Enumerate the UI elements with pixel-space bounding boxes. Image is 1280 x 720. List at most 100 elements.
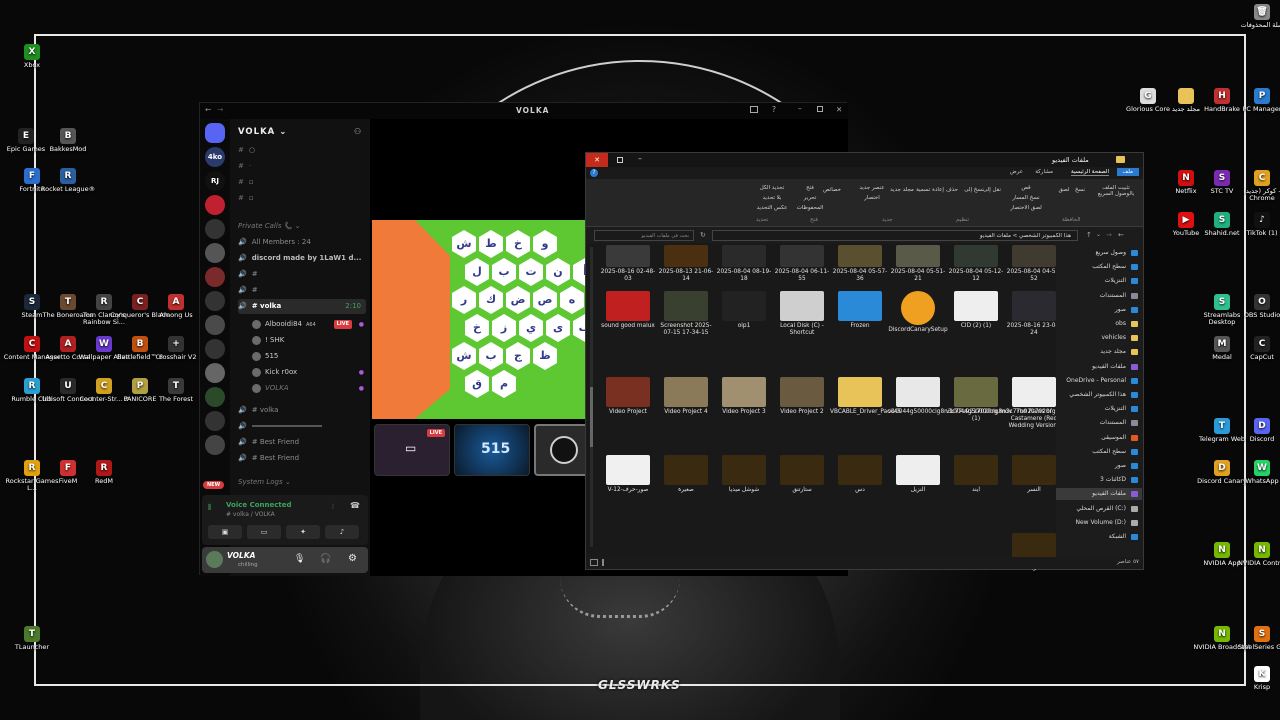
inbox-icon[interactable] [750,106,758,113]
back-arrow-icon[interactable]: ← [1118,231,1124,239]
refresh-icon[interactable]: ↻ [700,231,706,239]
minimize-button[interactable]: – [798,104,802,113]
microphone-icon[interactable]: 🎙 [294,554,305,564]
address-bar[interactable]: هذا الكمبيوتر الشخصي > ملفات الفيديو [712,230,1078,241]
desktop-icon[interactable]: Cکوکر (جدید) - Chrome [1230,170,1280,203]
file-item[interactable]: Video Project 4 [656,377,716,416]
user-name[interactable]: VOLKA [227,551,255,560]
noise-icon[interactable]: ⫶ [332,503,334,512]
ribbon-button[interactable]: قص [1006,185,1046,191]
screenshare-button[interactable]: ▭ [247,525,281,539]
letter-hexagon[interactable]: ض [506,286,530,314]
nav-item[interactable]: القرص المحلي (C:) [1056,503,1142,515]
file-item[interactable]: 2025-08-04 06-11-55 [772,245,832,283]
file-item[interactable]: DiscordCanarySetup [888,291,948,334]
category-system-logs[interactable]: System Logs ⌄ [238,475,366,490]
letter-hexagon[interactable]: ظ [533,342,557,370]
channel-volka[interactable]: 🔊 # volka [238,403,366,418]
help-icon[interactable]: ? [590,169,598,177]
ribbon-button[interactable]: لصق [1044,187,1084,193]
file-item[interactable]: sound good malux [598,291,658,330]
file-item[interactable]: Video Project 3 [714,377,774,416]
tab-share[interactable]: مشاركة [1035,169,1053,175]
voice-user[interactable]: ! SHK [252,333,366,348]
back-arrow-icon[interactable]: ← [205,105,211,114]
server-icon[interactable] [205,339,225,359]
close-button[interactable]: ✕ [836,105,842,114]
nav-item[interactable]: كائنات 3D [1056,474,1142,486]
ribbon-button[interactable]: لصق الاختصار [1006,205,1046,211]
nav-item[interactable]: ملفات الفيديو [1056,488,1142,501]
settings-gear-icon[interactable]: ⚙ [348,553,357,564]
channel-item[interactable]: # ᐧ [238,159,366,174]
disconnect-icon[interactable]: ☎ [350,501,360,510]
nav-item[interactable]: التنزيلات [1056,275,1142,287]
nav-item[interactable]: هذا الكمبيوتر الشخصي [1056,389,1142,401]
category-private-calls[interactable]: Private Calls 📞 ⌄ [238,219,366,234]
camera-button[interactable]: ▣ [208,525,242,539]
server-icon[interactable] [205,291,225,311]
stream-thumbnail[interactable]: 515 [454,424,530,476]
ribbon-button[interactable]: نسخ المسار [1006,195,1046,201]
server-icon[interactable] [205,267,225,287]
nav-item[interactable]: مجلد جديد [1056,346,1142,358]
nav-item[interactable]: سطح المكتب [1056,261,1142,273]
nav-item[interactable]: New Volume (D:) [1056,517,1142,529]
desktop-icon[interactable]: R RedM [72,460,136,485]
file-item[interactable]: VBCABLE_Driver_Pack45 [830,377,901,416]
ribbon-button[interactable]: المحفوظات [790,205,830,211]
letter-hexagon[interactable]: و [533,230,557,258]
tab-file[interactable]: ملف [1116,168,1139,176]
voice-user[interactable]: Kick r0ox ● [252,365,366,380]
desktop-icon[interactable]: SSteelSeries GG [1230,626,1280,651]
maximize-button[interactable] [817,106,823,112]
file-item[interactable]: 2025-08-16 02-48-03 [598,245,658,283]
ribbon-button[interactable]: عنصر جديد [852,185,892,191]
activities-button[interactable]: ✦ [286,525,320,539]
letter-hexagon[interactable]: ى [546,314,570,342]
details-view-icon[interactable] [590,559,598,566]
file-item[interactable]: 2025-08-04 04-55-52 [1004,245,1064,283]
letter-hexagon[interactable]: ب [492,258,516,286]
voice-user[interactable]: 515 [252,349,366,364]
letter-hexagon[interactable]: ي [519,314,543,342]
desktop-icon[interactable]: W WhatsApp [1230,460,1280,485]
letter-hexagon[interactable]: ب [479,342,503,370]
nav-item[interactable]: المستندات [1056,417,1142,429]
nav-item[interactable]: obs [1056,318,1142,330]
file-item[interactable]: 2025-08-13 21-06-14 [656,245,716,283]
soundboard-button[interactable]: ♪ [325,525,359,539]
letter-hexagon[interactable]: خ [465,314,489,342]
ribbon-button[interactable]: تحديد الكل [752,185,792,191]
file-item[interactable]: 2025-08-16 23-04-24 [1004,291,1064,337]
search-box[interactable]: بحث في ملفات الفيديو [594,230,694,241]
nav-item[interactable]: صور [1056,304,1142,316]
minimize-button[interactable]: – [638,154,642,163]
file-item[interactable]: النزيل [888,455,948,494]
ribbon-button[interactable]: تحرير [790,195,830,201]
file-item[interactable]: V-12-صور-حرف [598,455,658,494]
file-item[interactable]: 2025-08-04 05-51-21 [888,245,948,283]
forward-arrow-icon[interactable]: → [217,105,223,114]
channel-discord-made[interactable]: 🔊 discord made by 1LaW1 d... [238,251,366,266]
desktop-icon[interactable]: T TLauncher [0,626,64,651]
stream-video[interactable]: شطخولبتنأركضصهخزيىفشبجظقم [372,220,586,419]
letter-hexagon[interactable]: ص [533,286,557,314]
server-icon[interactable] [205,315,225,335]
server-icon[interactable] [205,435,225,455]
nav-item[interactable]: التنزيلات [1056,403,1142,415]
server-icon[interactable] [205,123,225,143]
letter-hexagon[interactable]: ر [452,286,476,314]
file-item[interactable]: v10044g50000cig8n3c77u9217020rg.mov [888,377,1012,416]
server-icon[interactable] [205,195,225,215]
file-item[interactable]: Local Disk (C) - Shortcut [772,291,832,337]
letter-hexagon[interactable]: ز [492,314,516,342]
voice-channel-sub[interactable]: # volka / VOLKA [226,511,275,518]
desktop-icon[interactable]: P PC Manager [1230,88,1280,113]
file-item[interactable]: 2025-08-04 05-12-12 [946,245,1006,283]
file-item[interactable]: oip1 [714,291,774,330]
nav-item[interactable]: سطح المكتب [1056,446,1142,458]
file-item[interactable]: Frozen [830,291,890,330]
server-icon[interactable] [205,219,225,239]
channel-item[interactable]: # ▫ [238,175,366,190]
